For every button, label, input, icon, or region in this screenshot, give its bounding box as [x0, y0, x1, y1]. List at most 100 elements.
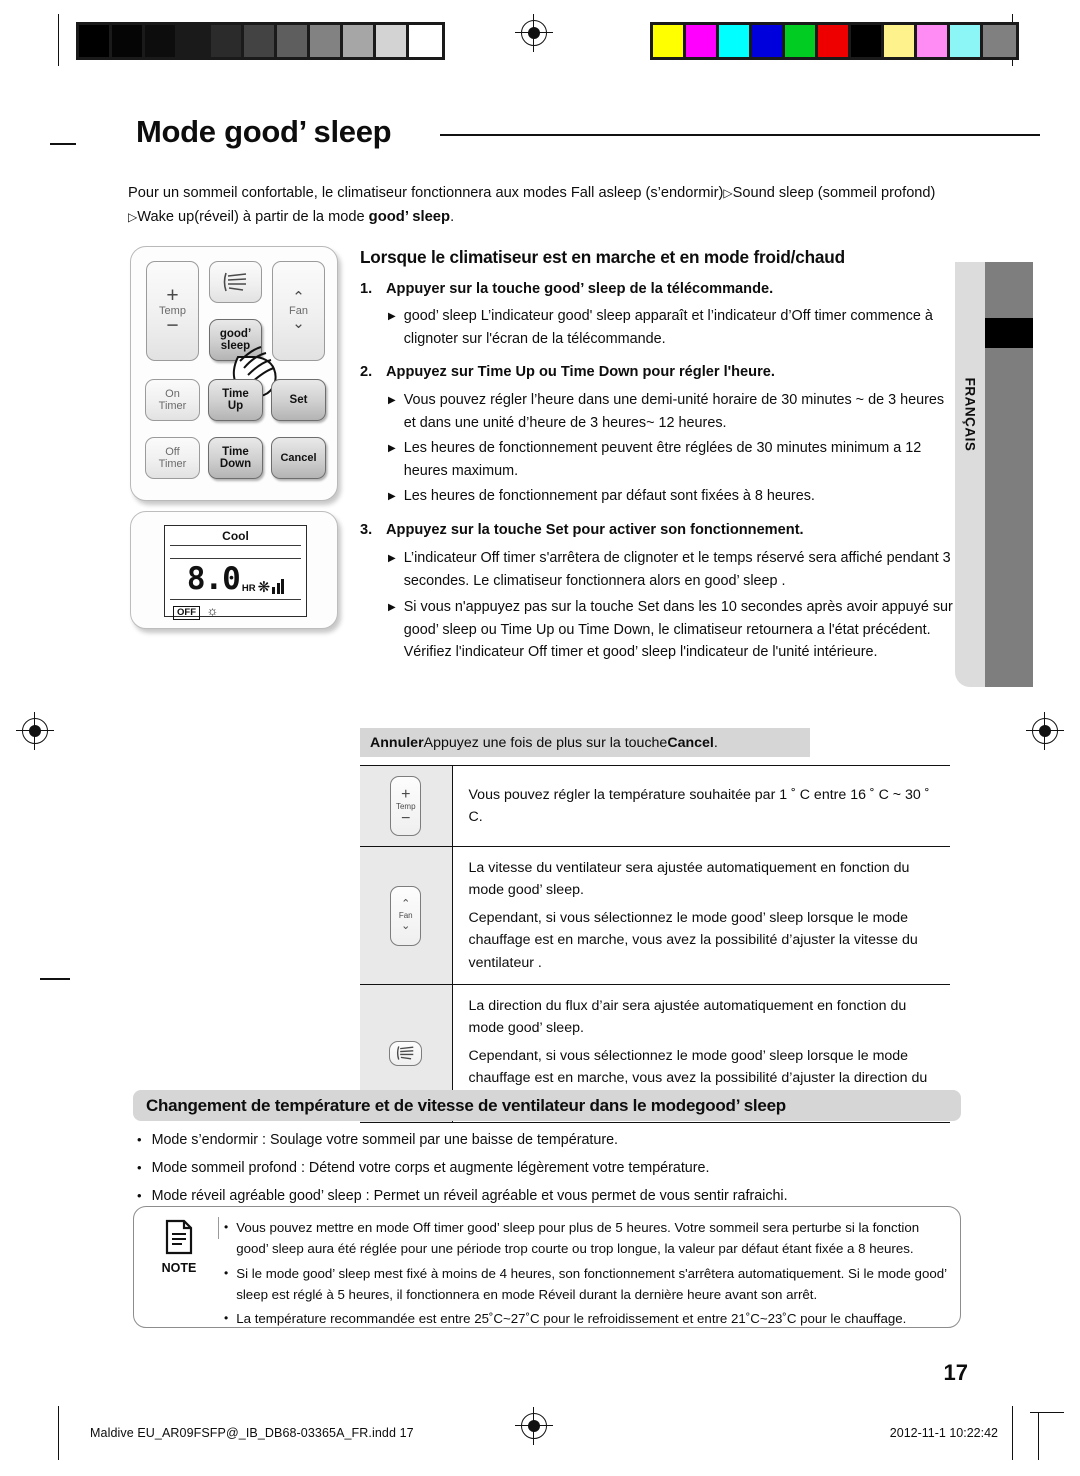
section-heading: Lorsque le climatiseur est en marche et … — [360, 247, 845, 267]
plus-icon: + — [401, 785, 411, 803]
note-bullet-2: Si le mode good’ sleep mest fixé à moins… — [236, 1265, 947, 1302]
step-1-bullet-1: ▶ good’ sleep L’indicateur good' sleep a… — [360, 305, 958, 350]
color-calibration-strip — [650, 22, 1019, 60]
calibration-swatch-1 — [112, 25, 145, 57]
step-2-text: Appuyez sur Time Up ou Time Down pour ré… — [386, 364, 775, 381]
footer-filename: Maldive EU_AR09FSFP@_IB_DB68-03365A_FR.i… — [90, 1426, 414, 1440]
annuler-cancel-key: Cancel — [667, 734, 714, 751]
title-rule — [440, 134, 1040, 136]
step-2-bullet-2-text: Les heures de fonctionnement peuvent êtr… — [403, 440, 922, 479]
calibration-swatch-4 — [785, 25, 818, 57]
page-title: Mode good’ sleep — [50, 114, 1040, 164]
table-cell-icon: ⌃ Fan ⌄ — [360, 845, 452, 986]
grayscale-calibration-strip — [76, 22, 445, 60]
table-cell-icon: + Temp − — [360, 765, 452, 847]
registration-mark-icon — [1026, 712, 1064, 750]
bullet-arrow-icon: ▶ — [388, 552, 396, 564]
crop-mark-bl-v — [58, 1406, 60, 1460]
bullet-dot-icon: • — [137, 1160, 142, 1175]
fan-button-icon: ⌃ Fan ⌄ — [390, 885, 422, 946]
bullet-arrow-icon: ▶ — [388, 443, 396, 455]
calibration-swatch-0 — [653, 25, 686, 57]
chevron-up-icon: ⌃ — [292, 288, 305, 306]
language-tab: FRANÇAIS — [955, 262, 985, 687]
chevron-down-icon: ⌄ — [401, 920, 411, 933]
calibration-swatch-5 — [818, 25, 851, 57]
calibration-swatch-10 — [983, 25, 1016, 57]
lcd-value-row: 8.0 HR ❋ — [165, 561, 306, 597]
bullet-arrow-icon: ▶ — [388, 491, 396, 503]
minus-icon: − — [401, 809, 411, 827]
instructions-section: Lorsque le climatiseur est en marche et … — [360, 246, 958, 664]
annuler-text-before: Appuyez une fois de plus sur la touche — [423, 734, 668, 751]
fan-label: Fan — [398, 911, 413, 921]
triangle-icon: ▷ — [128, 210, 138, 224]
intro-line2: Wake up(réveil) à partir de la mode — [137, 209, 369, 225]
step-2-bullet-3-text: Les heures de fonctionnement par défaut … — [403, 488, 815, 505]
calibration-swatch-10 — [409, 25, 442, 57]
intro-line1b: Sound sleep (sommeil profond) — [732, 185, 936, 201]
note-icon-group: NOTE — [148, 1219, 210, 1275]
page-title-text: Mode good’ sleep — [136, 114, 392, 150]
calibration-swatch-2 — [719, 25, 752, 57]
note-divider — [218, 1217, 220, 1239]
annuler-text-after: . — [713, 734, 718, 751]
fan-strength-bars-icon — [272, 579, 285, 594]
list-item: • Si le mode good’ sleep mest fixé à moin… — [224, 1263, 952, 1306]
table-row: + Temp − Vous pouvez régler la températu… — [360, 765, 950, 847]
on-timer-label-line1: On — [165, 387, 180, 400]
sleep-moon-icon: ☼ — [206, 603, 219, 618]
side-thumb-index-marker — [985, 318, 1033, 348]
lcd-divider — [170, 545, 301, 546]
cancel-info-bar: Annuler Appuyez une fois de plus sur la … — [360, 728, 810, 757]
time-down-label-line2: Down — [219, 458, 252, 470]
step-1-text: Appuyer sur la touche good’ sleep de la … — [386, 278, 773, 301]
registration-mark-icon — [515, 1407, 553, 1445]
time-up-label-line2: Up — [227, 400, 244, 412]
bullet-arrow-icon: ▶ — [388, 311, 396, 323]
bullet-arrow-icon: ▶ — [388, 602, 396, 614]
mode-bullet-1: Mode s’endormir : Soulage votre sommeil … — [151, 1132, 619, 1148]
calibration-swatch-8 — [343, 25, 376, 57]
note-bullet-1: Vous pouvez mettre en mode Off timer goo… — [236, 1220, 920, 1257]
page-number: 17 — [943, 1360, 968, 1385]
registration-mark-icon — [16, 712, 54, 750]
fan-blade-icon: ❋ — [257, 579, 271, 596]
cancel-label: Cancel — [280, 451, 317, 464]
step-1-number: 1. — [360, 280, 373, 297]
note-bullet-3: La température recommandée est entre 25˚… — [236, 1311, 907, 1327]
step-3: 3. Appuyez sur la touche Set pour active… — [360, 519, 958, 542]
step-3-number: 3. — [360, 522, 373, 539]
calibration-swatch-3 — [752, 25, 785, 57]
table-cell-text: La vitesse du ventilateur sera ajustée a… — [451, 845, 950, 986]
list-item: • Vous pouvez mettre en mode Off timer go… — [224, 1217, 952, 1260]
step-2-bullet-2: ▶ Les heures de fonctionnement peuvent ê… — [360, 437, 958, 482]
calibration-swatch-7 — [884, 25, 917, 57]
crop-mark-br-v2 — [1038, 1412, 1040, 1460]
airflow-button-icon — [389, 1040, 423, 1066]
calibration-swatch-9 — [376, 25, 409, 57]
note-label: NOTE — [161, 1261, 197, 1275]
step-1-bullet-1-text: good’ sleep L’indicateur good' sleep app… — [403, 308, 933, 347]
step-2-bullet-1: ▶ Vous pouvez régler l’heure dans une de… — [360, 389, 958, 434]
lcd-screen: Cool 8.0 HR ❋ OFF ☼ — [164, 525, 307, 620]
step-3-bullet-1-text: L’indicateur Off timer s'arrêtera de cli… — [403, 549, 951, 589]
calibration-swatch-7 — [310, 25, 343, 57]
calibration-swatch-8 — [917, 25, 950, 57]
time-up-button: Time Up — [208, 379, 263, 421]
calibration-swatch-0 — [79, 25, 112, 57]
intro-line2b: . — [450, 209, 455, 225]
step-3-bullet-1: ▶ L’indicateur Off timer s'arrêtera de c… — [360, 547, 958, 592]
step-2-bullet-1-text: Vous pouvez régler l’heure dans une demi… — [403, 391, 945, 431]
airflow-icon — [396, 1046, 414, 1061]
mode-bullet-2: Mode sommeil profond : Détend votre corp… — [151, 1160, 710, 1176]
gray-heading-brand: good’ sleep — [695, 1095, 786, 1115]
temp-button-icon: + Temp − — [390, 776, 422, 836]
bullet-dot-icon: • — [224, 1220, 229, 1234]
annuler-label: Annuler — [370, 734, 424, 751]
table-row: ⌃ Fan ⌄ La vitesse du ventilateur sera a… — [360, 845, 950, 986]
lcd-divider — [170, 558, 301, 559]
crop-mark-br-h — [1030, 1412, 1064, 1414]
intro-brand: good’ sleep — [368, 209, 451, 225]
off-timer-button: Off Timer — [145, 437, 200, 479]
